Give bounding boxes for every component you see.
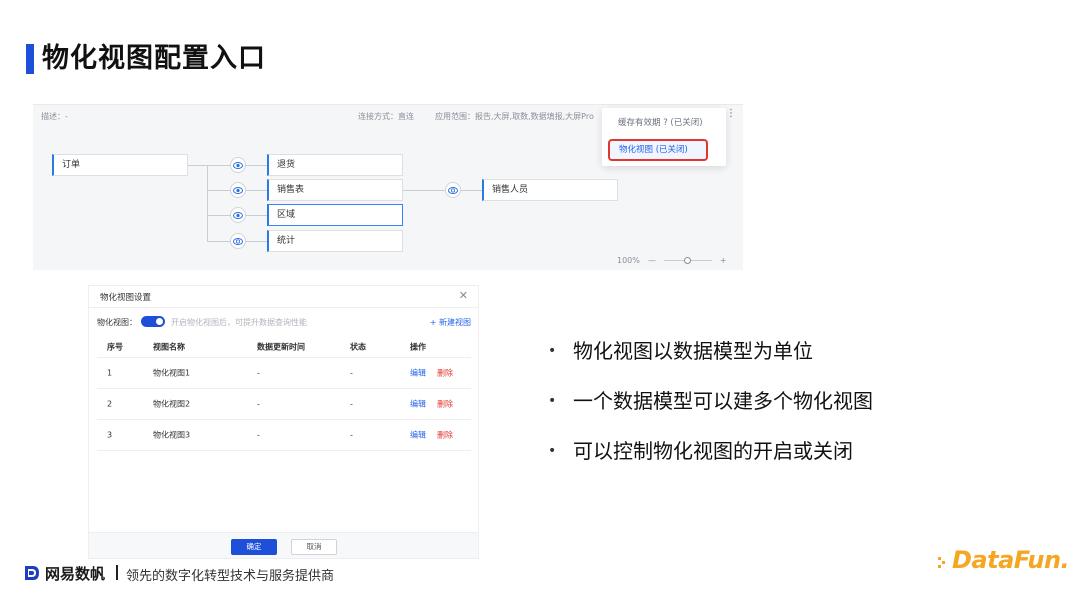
row-number: 1 (107, 368, 113, 378)
zoom-level: 100% (617, 256, 640, 265)
join-eye-icon[interactable] (230, 157, 246, 173)
view-status: - (350, 368, 353, 378)
dialog-title: 物化视图设置 (100, 293, 152, 303)
view-status: - (350, 399, 353, 409)
slide-title: 物化视图配置入口 (42, 43, 266, 74)
delete-link[interactable]: 删除 (437, 368, 453, 379)
bullet-item: 一个数据模型可以建多个物化视图 (548, 386, 968, 436)
connector-line (207, 165, 208, 241)
table-node-stats[interactable]: 统计 (267, 230, 403, 252)
datafun-dots-icon (938, 557, 945, 568)
brand-tagline: 领先的数字化转型技术与服务提供商 (126, 569, 335, 584)
view-table: 序号 视图名称 数据更新时间 状态 操作 1 物化视图1 - - 编辑 删除 2… (97, 336, 471, 451)
zoom-slider[interactable] (663, 257, 712, 264)
column-header: 视图名称 (153, 342, 185, 351)
join-eye-icon[interactable] (230, 233, 246, 249)
column-header: 序号 (107, 342, 123, 351)
table-node-order[interactable]: 订单 (52, 154, 188, 176)
table-node-sales-table[interactable]: 销售表 (267, 179, 403, 201)
brand-name: 网易数帆 (45, 565, 106, 583)
connector-line (246, 215, 268, 216)
join-eye-icon[interactable] (230, 207, 246, 223)
dialog-footer: 确定 取消 (89, 532, 478, 558)
connector-line (207, 241, 231, 242)
bullet-item: 可以控制物化视图的开启或关闭 (548, 436, 968, 486)
delete-link[interactable]: 删除 (437, 430, 453, 441)
close-icon[interactable]: ✕ (459, 289, 468, 302)
edit-link[interactable]: 编辑 (410, 430, 426, 441)
connection-type: 连接方式：直连 (358, 112, 414, 121)
toggle-row: 物化视图： 开启物化视图后，可提升数据查询性能 + 新建视图 (97, 316, 471, 330)
update-time: - (257, 368, 260, 378)
application-scope: 应用范围：报告,大屏,取数,数据填报,大屏Pro (435, 112, 594, 121)
new-view-button[interactable]: + 新建视图 (430, 317, 471, 328)
settings-dropdown-menu: 缓存有效期 ? (已关闭) 物化视图 (已关闭) (602, 108, 726, 166)
table-row: 1 物化视图1 - - 编辑 删除 (97, 358, 471, 389)
connector-line (246, 241, 268, 242)
connector-line (461, 190, 483, 191)
brand-divider (116, 565, 118, 580)
join-eye-icon[interactable] (230, 182, 246, 198)
cache-ttl-menu-item[interactable]: 缓存有效期 ? (已关闭) (618, 116, 703, 128)
delete-link[interactable]: 删除 (437, 399, 453, 410)
row-number: 3 (107, 430, 113, 440)
zoom-in-button[interactable]: + (720, 256, 727, 265)
connector-line (246, 165, 268, 166)
connector-line (403, 190, 445, 191)
confirm-button[interactable]: 确定 (231, 539, 277, 555)
join-eye-icon[interactable] (445, 182, 461, 198)
table-row: 2 物化视图2 - - 编辑 删除 (97, 389, 471, 420)
title-accent-bar (26, 44, 34, 74)
connector-line (246, 190, 268, 191)
bullet-item: 物化视图以数据模型为单位 (548, 336, 968, 386)
materialized-view-settings-dialog: 物化视图设置 ✕ 物化视图： 开启物化视图后，可提升数据查询性能 + 新建视图 … (89, 286, 478, 558)
toggle-hint: 开启物化视图后，可提升数据查询性能 (171, 318, 307, 327)
edit-link[interactable]: 编辑 (410, 368, 426, 379)
materialized-view-toggle[interactable] (141, 316, 165, 327)
dialog-header: 物化视图设置 ✕ (89, 286, 478, 308)
update-time: - (257, 430, 260, 440)
more-options-icon[interactable]: ⋮ (726, 108, 736, 119)
materialized-view-menu-item[interactable]: 物化视图 (已关闭) (608, 139, 708, 161)
zoom-control: 100% — + (617, 256, 727, 265)
cancel-button[interactable]: 取消 (291, 539, 337, 555)
table-node-region[interactable]: 区域 (267, 204, 403, 226)
table-node-return[interactable]: 退货 (267, 154, 403, 176)
connector-line (207, 190, 231, 191)
netease-shufan-logo-icon (25, 566, 39, 580)
toggle-label: 物化视图： (97, 318, 137, 327)
view-name: 物化视图3 (153, 430, 191, 440)
update-time: - (257, 399, 260, 409)
column-header: 状态 (350, 342, 366, 351)
edit-link[interactable]: 编辑 (410, 399, 426, 410)
table-row: 3 物化视图3 - - 编辑 删除 (97, 420, 471, 451)
bullet-list: 物化视图以数据模型为单位 一个数据模型可以建多个物化视图 可以控制物化视图的开启… (548, 336, 968, 486)
table-header: 序号 视图名称 数据更新时间 状态 操作 (97, 336, 471, 358)
zoom-slider-knob[interactable] (683, 257, 691, 264)
column-header: 操作 (410, 342, 426, 351)
connector-line (188, 165, 230, 166)
view-name: 物化视图1 (153, 368, 191, 378)
datafun-logo: DataFun. (952, 546, 1070, 574)
view-status: - (350, 430, 353, 440)
model-description: 描述：- (41, 112, 68, 121)
table-node-sales-person[interactable]: 销售人员 (482, 179, 618, 201)
view-name: 物化视图2 (153, 399, 191, 409)
connector-line (207, 215, 231, 216)
column-header: 数据更新时间 (257, 342, 305, 351)
row-number: 2 (107, 399, 113, 409)
zoom-out-button[interactable]: — (648, 256, 656, 265)
